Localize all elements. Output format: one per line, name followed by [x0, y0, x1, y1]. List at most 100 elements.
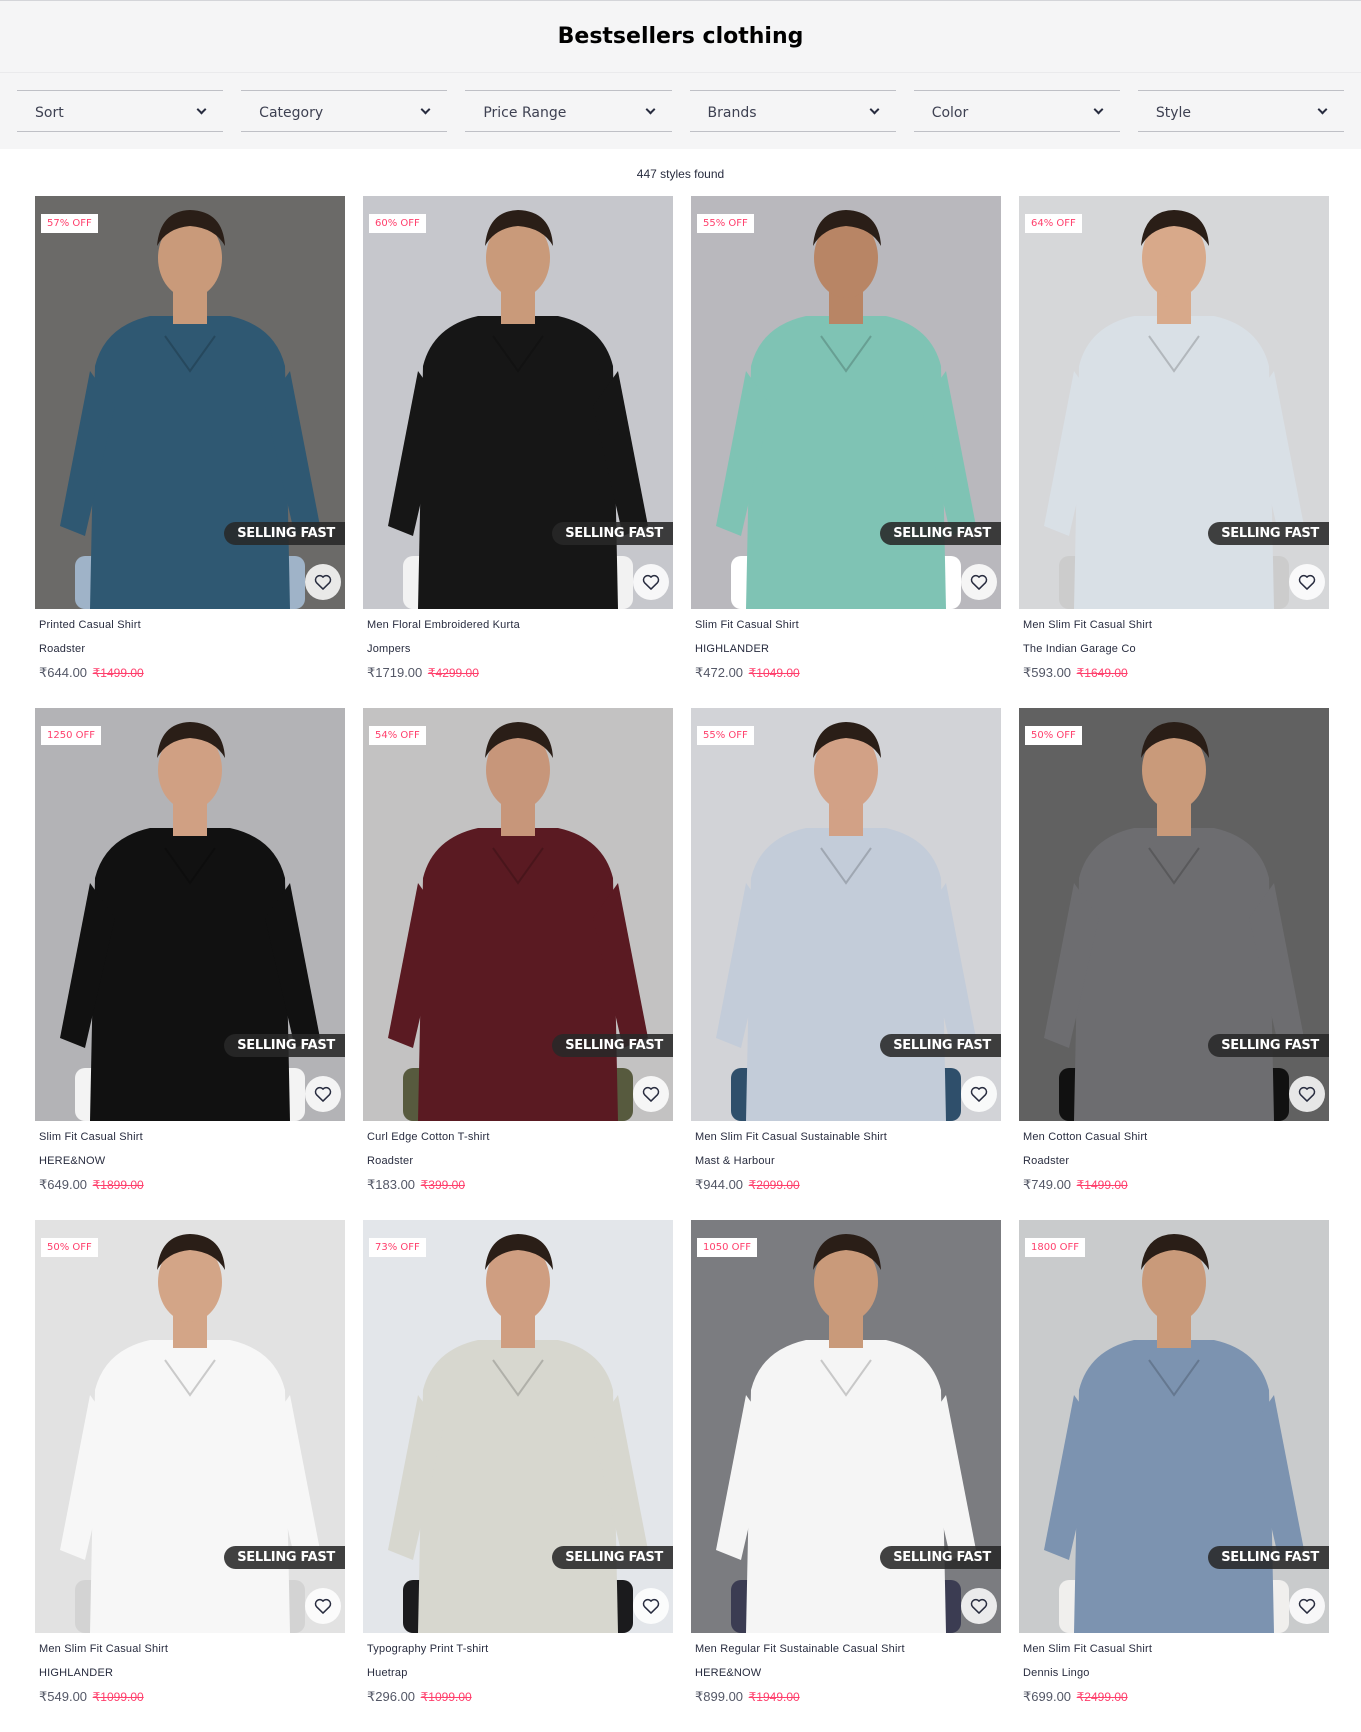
- product-name[interactable]: Men Slim Fit Casual Shirt: [1023, 619, 1325, 633]
- price-row: ₹472.00 ₹1049.00: [695, 665, 997, 681]
- chevron-down-icon: [196, 104, 207, 114]
- product-card[interactable]: 55% OFF SELLING FAST Slim Fit Casual Shi…: [691, 196, 1001, 708]
- chevron-down-icon: [1317, 104, 1328, 114]
- product-image[interactable]: 1050 OFF SELLING FAST: [691, 1220, 1001, 1633]
- wishlist-button[interactable]: [305, 564, 341, 600]
- product-image[interactable]: 54% OFF SELLING FAST: [363, 708, 673, 1121]
- product-image[interactable]: 73% OFF SELLING FAST: [363, 1220, 673, 1633]
- product-name[interactable]: Typography Print T-shirt: [367, 1643, 669, 1657]
- brands-dropdown[interactable]: Brands: [689, 90, 896, 132]
- product-card[interactable]: 60% OFF SELLING FAST Men Floral Embroide…: [363, 196, 673, 708]
- product-card[interactable]: 50% OFF SELLING FAST Men Slim Fit Casual…: [35, 1220, 345, 1732]
- product-image[interactable]: 50% OFF SELLING FAST: [35, 1220, 345, 1633]
- product-mrp: ₹4299.00: [427, 666, 479, 680]
- product-card[interactable]: 55% OFF SELLING FAST Men Slim Fit Casual…: [691, 708, 1001, 1220]
- heart-icon: [1298, 1086, 1316, 1102]
- wishlist-button[interactable]: [633, 1588, 669, 1624]
- sort-dropdown-label: Sort: [35, 105, 64, 121]
- color-dropdown[interactable]: Color: [913, 90, 1120, 132]
- product-image[interactable]: 55% OFF SELLING FAST: [691, 196, 1001, 609]
- wishlist-button[interactable]: [961, 1076, 997, 1112]
- wishlist-button[interactable]: [633, 564, 669, 600]
- wishlist-button[interactable]: [1289, 1076, 1325, 1112]
- selling-fast-badge: SELLING FAST: [552, 522, 673, 545]
- product-price: ₹1719.00: [367, 665, 423, 680]
- selling-fast-badge: SELLING FAST: [880, 1546, 1001, 1569]
- product-card[interactable]: 54% OFF SELLING FAST Curl Edge Cotton T-…: [363, 708, 673, 1220]
- product-name[interactable]: Curl Edge Cotton T-shirt: [367, 1131, 669, 1145]
- product-brand: Roadster: [39, 643, 86, 655]
- product-card[interactable]: 73% OFF SELLING FAST Typography Print T-…: [363, 1220, 673, 1732]
- product-name[interactable]: Slim Fit Casual Shirt: [39, 1131, 341, 1145]
- product-name[interactable]: Men Regular Fit Sustainable Casual Shirt: [695, 1643, 997, 1657]
- discount-badge: 54% OFF: [369, 726, 426, 745]
- color-dropdown-label: Color: [931, 105, 969, 121]
- product-mrp: ₹1099.00: [420, 1690, 472, 1704]
- wishlist-button[interactable]: [633, 1076, 669, 1112]
- product-image[interactable]: 64% OFF SELLING FAST: [1019, 196, 1329, 609]
- product-name[interactable]: Slim Fit Casual Shirt: [695, 619, 997, 633]
- wishlist-button[interactable]: [961, 1588, 997, 1624]
- discount-badge: 1250 OFF: [41, 726, 102, 745]
- product-photo: [691, 1220, 1001, 1633]
- product-card[interactable]: 1250 OFF SELLING FAST Slim Fit Casual Sh…: [35, 708, 345, 1220]
- product-image[interactable]: 57% OFF SELLING FAST: [35, 196, 345, 609]
- category-dropdown-label: Category: [259, 105, 324, 121]
- selling-fast-badge: SELLING FAST: [224, 1034, 345, 1057]
- discount-badge: 60% OFF: [369, 214, 426, 233]
- wishlist-button[interactable]: [305, 1588, 341, 1624]
- product-image[interactable]: 60% OFF SELLING FAST: [363, 196, 673, 609]
- product-card[interactable]: 1050 OFF SELLING FAST Men Regular Fit Su…: [691, 1220, 1001, 1732]
- product-brand: Roadster: [1023, 1155, 1070, 1167]
- product-price: ₹899.00: [695, 1689, 744, 1704]
- discount-badge: 50% OFF: [1025, 726, 1082, 745]
- product-photo: [1019, 708, 1329, 1121]
- product-card[interactable]: 1800 OFF SELLING FAST Men Slim Fit Casua…: [1019, 1220, 1329, 1732]
- product-mrp: ₹1649.00: [1076, 666, 1128, 680]
- product-name[interactable]: Men Floral Embroidered Kurta: [367, 619, 669, 633]
- product-mrp: ₹2099.00: [748, 1178, 800, 1192]
- chevron-down-icon: [869, 104, 880, 114]
- heart-icon: [642, 1086, 660, 1102]
- sort-dropdown[interactable]: Sort: [17, 90, 224, 132]
- price-range-dropdown-label: Price Range: [483, 105, 567, 121]
- wishlist-button[interactable]: [1289, 564, 1325, 600]
- product-name[interactable]: Men Slim Fit Casual Shirt: [39, 1643, 341, 1657]
- product-name[interactable]: Men Slim Fit Casual Sustainable Shirt: [695, 1131, 997, 1145]
- price-range-dropdown[interactable]: Price Range: [465, 90, 672, 132]
- product-photo: [35, 708, 345, 1121]
- price-row: ₹296.00 ₹1099.00: [367, 1689, 669, 1705]
- chevron-down-icon: [1093, 104, 1104, 114]
- wishlist-button[interactable]: [305, 1076, 341, 1112]
- selling-fast-badge: SELLING FAST: [224, 522, 345, 545]
- selling-fast-badge: SELLING FAST: [880, 1034, 1001, 1057]
- product-photo: [691, 708, 1001, 1121]
- heart-icon: [314, 574, 332, 590]
- product-photo: [363, 708, 673, 1121]
- style-dropdown[interactable]: Style: [1137, 90, 1345, 132]
- product-photo: [691, 196, 1001, 609]
- product-photo: [363, 1220, 673, 1633]
- discount-badge: 73% OFF: [369, 1238, 426, 1257]
- product-name[interactable]: Printed Casual Shirt: [39, 619, 341, 633]
- product-price: ₹649.00: [39, 1177, 88, 1192]
- product-brand: Mast & Harbour: [695, 1155, 775, 1167]
- category-dropdown[interactable]: Category: [241, 90, 448, 132]
- product-price: ₹944.00: [695, 1177, 744, 1192]
- product-image[interactable]: 1250 OFF SELLING FAST: [35, 708, 345, 1121]
- price-row: ₹944.00 ₹2099.00: [695, 1177, 997, 1193]
- wishlist-button[interactable]: [1289, 1588, 1325, 1624]
- product-image[interactable]: 1800 OFF SELLING FAST: [1019, 1220, 1329, 1633]
- product-image[interactable]: 50% OFF SELLING FAST: [1019, 708, 1329, 1121]
- product-price: ₹296.00: [367, 1689, 416, 1704]
- product-card[interactable]: 50% OFF SELLING FAST Men Cotton Casual S…: [1019, 708, 1329, 1220]
- product-card[interactable]: 64% OFF SELLING FAST Men Slim Fit Casual…: [1019, 196, 1329, 708]
- page-header: Bestsellers clothing: [0, 0, 1361, 72]
- product-image[interactable]: 55% OFF SELLING FAST: [691, 708, 1001, 1121]
- selling-fast-badge: SELLING FAST: [552, 1034, 673, 1057]
- product-name[interactable]: Men Cotton Casual Shirt: [1023, 1131, 1325, 1145]
- selling-fast-badge: SELLING FAST: [1208, 522, 1329, 545]
- product-name[interactable]: Men Slim Fit Casual Shirt: [1023, 1643, 1325, 1657]
- product-card[interactable]: 57% OFF SELLING FAST Printed Casual Shir…: [35, 196, 345, 708]
- wishlist-button[interactable]: [961, 564, 997, 600]
